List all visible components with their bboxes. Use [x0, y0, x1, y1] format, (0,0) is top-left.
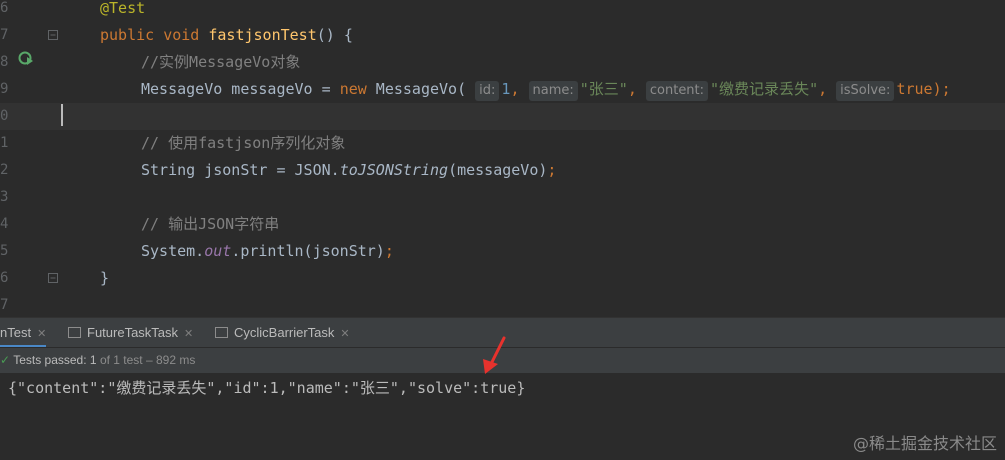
method-args: (messageVo) [448, 161, 548, 179]
value-issolve: true [896, 80, 933, 98]
statement-end: ); [932, 80, 951, 98]
watermark: @稀土掘金技术社区 [852, 434, 997, 453]
param-hint-name: name: [528, 81, 578, 101]
tab-label: nTest [0, 325, 32, 340]
line-number: 0 [0, 108, 9, 124]
code-line[interactable]: 8 //实例MessageVo对象 [0, 49, 1005, 76]
tab-label: FutureTaskTask [87, 325, 179, 340]
line-number: 2 [0, 162, 9, 178]
keyword-void: void [163, 26, 200, 44]
run-config-icon [68, 327, 81, 339]
comma: , [818, 80, 828, 98]
string-decl: String jsonStr = JSON. [141, 161, 340, 179]
code-line[interactable]: 2 String jsonStr = JSON.toJSONString(mes… [0, 157, 1005, 184]
line-number: 9 [0, 81, 9, 97]
code-editor[interactable]: 6 @Test 7 public void fastjsonTest() { 8… [0, 0, 1005, 317]
code-line[interactable]: 3 [0, 184, 1005, 211]
tab-futuretasktask[interactable]: FutureTaskTask ✕ [68, 318, 193, 348]
tests-detail: of 1 test – 892 ms [99, 353, 196, 367]
line-number: 8 [0, 54, 9, 70]
param-hint-id: id: [475, 81, 500, 101]
line-number: 7 [0, 27, 9, 43]
code-line[interactable]: 5 System.out.println(jsonStr); [0, 238, 1005, 265]
line-number: 6 [0, 0, 9, 16]
code-comment: // 使用fastjson序列化对象 [141, 134, 346, 152]
console-line: {"content":"缴费记录丢失","id":1,"name":"张三","… [8, 379, 526, 397]
param-hint-content: content: [645, 81, 709, 101]
code-line[interactable]: 6 } [0, 265, 1005, 292]
code-line[interactable]: 1 // 使用fastjson序列化对象 [0, 130, 1005, 157]
code-line[interactable]: 7 [0, 292, 1005, 317]
code-comment: //实例MessageVo对象 [141, 53, 301, 71]
check-icon: ✓ [0, 353, 11, 367]
fold-marker-icon[interactable] [48, 30, 58, 40]
close-icon[interactable]: ✕ [37, 328, 46, 340]
text-caret [61, 104, 63, 126]
semicolon: ; [547, 161, 557, 179]
declaration: MessageVo messageVo = [141, 80, 340, 98]
close-brace: } [100, 269, 110, 287]
method-paren: () { [316, 26, 353, 44]
code-line[interactable]: 7 public void fastjsonTest() { [0, 22, 1005, 65]
keyword-new: new [339, 80, 367, 98]
tab-label: CyclicBarrierTask [234, 325, 335, 340]
line-number: 1 [0, 135, 9, 151]
comma: , [627, 80, 637, 98]
tests-passed-label: Tests passed: [13, 353, 87, 367]
value-content: "缴费记录丢失" [710, 80, 819, 98]
code-line[interactable]: 4 // 输出JSON字符串 [0, 211, 1005, 238]
annotation-test: @Test [100, 0, 146, 17]
close-icon[interactable]: ✕ [184, 328, 193, 340]
static-field-out: out [204, 242, 232, 260]
method-name: fastjsonTest [208, 26, 317, 44]
code-comment: // 输出JSON字符串 [141, 215, 280, 233]
close-icon[interactable]: ✕ [340, 328, 349, 340]
tab-fastjsontest[interactable]: nTest ✕ [0, 318, 47, 348]
semicolon: ; [384, 242, 394, 260]
run-config-icon [215, 327, 228, 339]
comma: , [510, 80, 520, 98]
tab-cyclicbarriertask[interactable]: CyclicBarrierTask ✕ [215, 318, 350, 348]
keyword-public: public [100, 26, 155, 44]
value-name: "张三" [579, 80, 628, 98]
system-class: System. [141, 242, 205, 260]
line-number: 6 [0, 270, 9, 286]
static-method: toJSONString [339, 161, 449, 179]
constructor-call: MessageVo( [366, 80, 467, 98]
println-call: .println(jsonStr) [231, 242, 385, 260]
code-line-current[interactable]: 0 [0, 103, 1005, 130]
param-hint-issolve: isSolve: [836, 81, 895, 101]
tests-passed-count: 1 [89, 353, 97, 367]
line-number: 5 [0, 243, 9, 259]
red-arrow-annotation [483, 336, 506, 374]
line-number: 4 [0, 216, 9, 232]
line-number: 3 [0, 189, 9, 205]
code-line[interactable]: 9 MessageVo messageVo = new MessageVo( i… [0, 76, 1005, 103]
line-number: 7 [0, 297, 9, 313]
code-line[interactable]: 6 @Test [0, 0, 1005, 22]
fold-marker-icon[interactable] [48, 273, 58, 283]
